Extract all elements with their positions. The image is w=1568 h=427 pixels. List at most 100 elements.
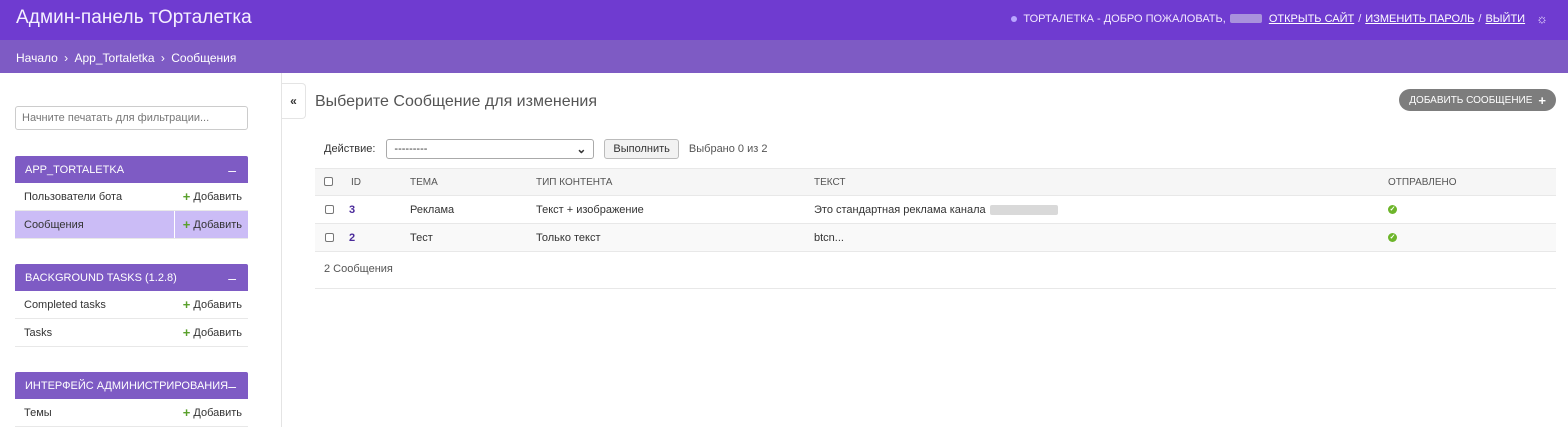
add-label: Добавить xyxy=(193,298,242,311)
select-all-header xyxy=(315,168,341,196)
logout-link[interactable]: ВЫЙТИ xyxy=(1485,13,1525,25)
plus-icon: + xyxy=(182,405,191,420)
column-header-subject[interactable]: ТЕМА xyxy=(410,168,536,196)
sidebar-item-bot-users[interactable]: Пользователи бота + Добавить xyxy=(15,183,248,211)
run-action-button[interactable]: Выполнить xyxy=(604,139,679,159)
plus-icon: + xyxy=(182,325,191,340)
row-select-cell xyxy=(315,223,341,252)
row-select-cell xyxy=(315,195,341,224)
results-table: ID ТЕМА ТИП КОНТЕНТА ТЕКСТ ОТПРАВЛЕНО 3 … xyxy=(315,168,1556,252)
breadcrumb: Начало › App_Tortaletka › Сообщения xyxy=(0,40,1568,73)
module-background-tasks: BACKGROUND TASKS (1.2.8) – Completed tas… xyxy=(15,264,248,347)
text-value: Это стандартная реклама канала xyxy=(814,203,986,216)
plus-icon: + xyxy=(1538,92,1546,108)
table-header-row: ID ТЕМА ТИП КОНТЕНТА ТЕКСТ ОТПРАВЛЕНО xyxy=(315,168,1556,196)
sidebar: APP_TORTALETKA – Пользователи бота +Доба… xyxy=(0,73,282,427)
module-title: ИНТЕРФЕЙС АДМИНИСТРИРОВАНИЯ xyxy=(25,379,229,392)
plus-icon: + xyxy=(182,297,191,312)
column-header-id[interactable]: ID xyxy=(341,168,410,196)
id-link[interactable]: 2 xyxy=(349,232,355,244)
table-row: 3 Реклама Текст + изображение Это станда… xyxy=(315,195,1556,224)
change-password-link[interactable]: ИЗМЕНИТЬ ПАРОЛЬ xyxy=(1365,13,1474,25)
add-message-label: ДОБАВИТЬ СООБЩЕНИЕ xyxy=(1409,94,1533,106)
breadcrumb-separator: › xyxy=(160,51,165,65)
id-link[interactable]: 3 xyxy=(349,204,355,216)
row-checkbox[interactable] xyxy=(325,233,334,243)
module-header[interactable]: APP_TORTALETKA – xyxy=(15,156,248,183)
column-header-sent[interactable]: ОТПРАВЛЕНО xyxy=(1388,168,1556,196)
separator: / xyxy=(1358,12,1362,25)
module-app-tortaletka: APP_TORTALETKA – Пользователи бота + Доба… xyxy=(15,156,248,239)
column-header-text[interactable]: ТЕКСТ xyxy=(814,168,1388,196)
add-link[interactable]: + Добавить xyxy=(173,211,248,238)
select-all-checkbox[interactable] xyxy=(324,177,333,187)
content-type-cell: Текст + изображение xyxy=(536,195,814,224)
plus-icon: + xyxy=(182,189,191,204)
sidebar-item-label[interactable]: Темы xyxy=(24,407,52,419)
redacted-text xyxy=(989,204,1058,215)
sidebar-item-messages[interactable]: Сообщения + Добавить xyxy=(15,211,248,239)
add-link[interactable]: + Добавить xyxy=(183,399,248,426)
add-label: Добавить xyxy=(193,326,242,339)
add-message-button[interactable]: ДОБАВИТЬ СООБЩЕНИЕ + xyxy=(1399,89,1556,111)
breadcrumb-home[interactable]: Начало xyxy=(16,51,58,65)
check-circle-icon: ✓ xyxy=(1388,205,1397,215)
add-label: Добавить xyxy=(193,406,242,419)
collapse-icon[interactable]: – xyxy=(228,378,236,394)
add-link[interactable]: + Добавить xyxy=(183,291,248,318)
user-tools: ТОРТАЛЕТКА - ДОБРО ПОЖАЛОВАТЬ, ОТКРЫТЬ С… xyxy=(1011,11,1548,26)
add-label: Добавить xyxy=(193,218,242,231)
username-redacted xyxy=(1229,14,1262,23)
action-select[interactable]: --------- ⌄ xyxy=(386,139,595,159)
sent-cell: ✓ xyxy=(1388,195,1556,224)
module-title: BACKGROUND TASKS (1.2.8) xyxy=(25,271,177,284)
toggle-sidebar-button[interactable]: « xyxy=(282,83,306,119)
table-row: 2 Тест Только текст btcn... ✓ xyxy=(315,223,1556,252)
breadcrumb-current: Сообщения xyxy=(171,51,237,65)
breadcrumb-separator: › xyxy=(64,51,69,65)
sidebar-item-completed-tasks[interactable]: Completed tasks + Добавить xyxy=(15,291,248,319)
sidebar-item-label[interactable]: Tasks xyxy=(24,327,52,339)
column-header-content-type[interactable]: ТИП КОНТЕНТА xyxy=(536,168,814,196)
nav-filter-input[interactable] xyxy=(15,106,248,130)
actions-bar: Действие: --------- ⌄ Выполнить Выбрано … xyxy=(324,139,767,159)
collapse-icon[interactable]: – xyxy=(228,162,236,178)
site-title[interactable]: Админ-панель тОрталетка xyxy=(16,7,252,29)
subject-cell: Реклама xyxy=(410,195,536,224)
add-link[interactable]: + Добавить xyxy=(183,183,248,210)
add-label: Добавить xyxy=(193,190,242,203)
id-cell: 2 xyxy=(341,223,410,252)
sidebar-item-tasks[interactable]: Tasks + Добавить xyxy=(15,319,248,347)
sidebar-item-label[interactable]: Completed tasks xyxy=(24,299,106,311)
sidebar-item-label[interactable]: Пользователи бота xyxy=(24,191,122,203)
sent-cell: ✓ xyxy=(1388,223,1556,252)
welcome-text: ТОРТАЛЕТКА - ДОБРО ПОЖАЛОВАТЬ, xyxy=(1023,12,1226,25)
subject-cell: Тест xyxy=(410,223,536,252)
text-cell: Это стандартная реклама канала xyxy=(814,195,1388,224)
paginator: 2 Сообщения xyxy=(315,252,1556,289)
id-cell: 3 xyxy=(341,195,410,224)
check-circle-icon: ✓ xyxy=(1388,233,1397,243)
selection-counter: Выбрано 0 из 2 xyxy=(688,143,768,155)
breadcrumb-app[interactable]: App_Tortaletka xyxy=(75,51,155,65)
plus-icon: + xyxy=(182,217,191,232)
sidebar-item-label[interactable]: Сообщения xyxy=(24,219,84,231)
module-header[interactable]: BACKGROUND TASKS (1.2.8) – xyxy=(15,264,248,291)
action-select-value: --------- xyxy=(394,143,428,155)
add-link[interactable]: + Добавить xyxy=(183,319,248,346)
sun-icon[interactable]: ☼ xyxy=(1536,11,1548,26)
separator: / xyxy=(1478,12,1482,25)
row-checkbox[interactable] xyxy=(325,205,334,215)
status-dot-icon xyxy=(1011,15,1018,22)
text-cell: btcn... xyxy=(814,223,1388,252)
module-admin-interface: ИНТЕРФЕЙС АДМИНИСТРИРОВАНИЯ – Темы + Доба… xyxy=(15,372,248,427)
chevron-down-icon: ⌄ xyxy=(576,142,587,156)
module-title: APP_TORTALETKA xyxy=(25,163,125,176)
view-site-link[interactable]: ОТКРЫТЬ САЙТ xyxy=(1269,13,1354,25)
collapse-icon[interactable]: – xyxy=(228,270,236,286)
sidebar-item-themes[interactable]: Темы + Добавить xyxy=(15,399,248,427)
content-type-cell: Только текст xyxy=(536,223,814,252)
action-label: Действие: xyxy=(324,143,376,155)
module-header[interactable]: ИНТЕРФЕЙС АДМИНИСТРИРОВАНИЯ – xyxy=(15,372,248,399)
page-title: Выберите Сообщение для изменения xyxy=(315,93,598,110)
